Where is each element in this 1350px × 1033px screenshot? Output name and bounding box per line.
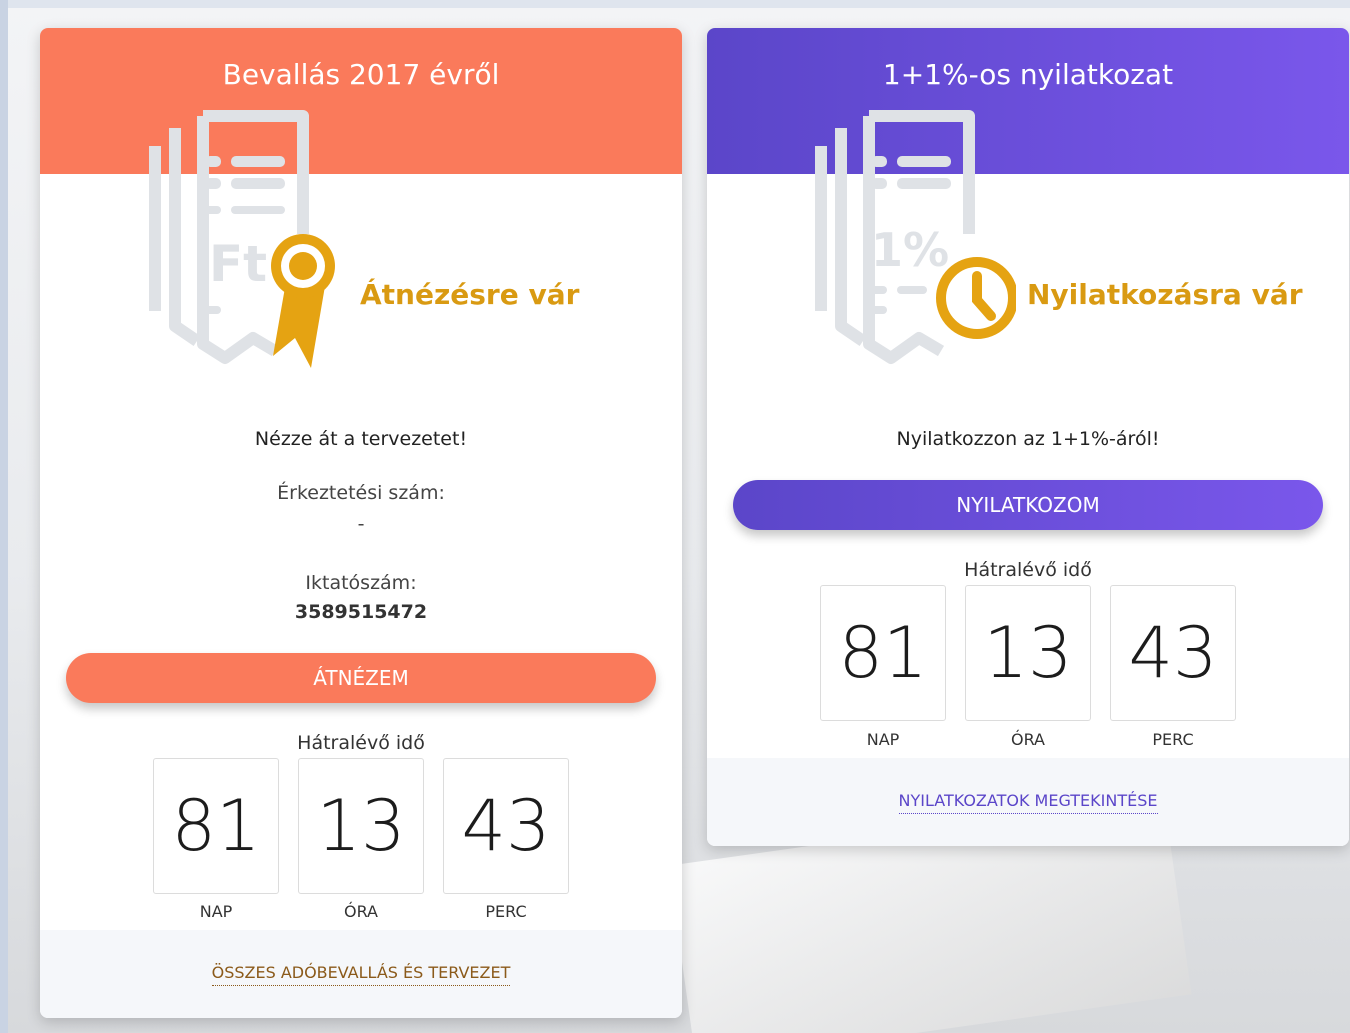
days-unit: NAP: [199, 902, 233, 921]
tax-return-footer: ÖSSZES ADÓBEVALLÁS ÉS TERVEZET: [40, 930, 682, 1018]
percent-document-clock-icon: 1%: [815, 110, 1016, 364]
declare-message: Nyilatkozzon az 1+1%-áról!: [896, 428, 1160, 450]
minutes-box: 43: [1110, 585, 1236, 721]
hours-value: 13: [316, 785, 406, 867]
hours-box: 13: [965, 585, 1091, 721]
declaration-footer: NYILATKOZATOK MEGTEKINTÉSE: [707, 758, 1349, 846]
svg-text:Ft: Ft: [209, 235, 267, 293]
tax-return-title: Bevallás 2017 évről: [222, 58, 500, 91]
hours-unit: ÓRA: [343, 902, 378, 921]
hours-unit: ÓRA: [1010, 730, 1045, 749]
filing-number-label: Iktatószám:: [305, 572, 417, 594]
days-unit: NAP: [866, 730, 900, 749]
tax-return-status: Átnézésre vár: [360, 278, 580, 311]
declaration-card: 1+1%-os nyilatkozat 1% Nyilatkozásra vár…: [707, 28, 1349, 846]
remaining-time-label: Hátralévő idő: [297, 732, 425, 754]
all-tax-returns-link[interactable]: ÖSSZES ADÓBEVALLÁS ÉS TERVEZET: [211, 963, 511, 986]
page-top-edge: [0, 0, 1350, 8]
minutes-value: 43: [1128, 612, 1218, 694]
countdown-units: NAP ÓRA PERC: [153, 902, 569, 921]
countdown-boxes: 81 13 43: [153, 758, 569, 894]
days-value: 81: [838, 612, 928, 694]
hours-value: 13: [983, 612, 1073, 694]
days-box: 81: [820, 585, 946, 721]
countdown-boxes: 81 13 43: [820, 585, 1236, 721]
view-declarations-link[interactable]: NYILATKOZATOK MEGTEKINTÉSE: [898, 791, 1158, 814]
page-left-edge: [0, 0, 8, 1033]
days-value: 81: [171, 785, 261, 867]
declaration-status: Nyilatkozásra vár: [1027, 278, 1303, 311]
remaining-time-label: Hátralévő idő: [964, 559, 1092, 581]
minutes-unit: PERC: [485, 902, 527, 921]
review-message: Nézze át a tervezetet!: [254, 428, 468, 450]
registration-number-value: -: [357, 513, 365, 535]
tax-document-ribbon-icon: Ft: [149, 110, 335, 368]
countdown-units: NAP ÓRA PERC: [820, 730, 1236, 749]
review-button[interactable]: ÁTNÉZEM: [66, 653, 656, 703]
minutes-box: 43: [443, 758, 569, 894]
declare-button[interactable]: NYILATKOZOM: [733, 480, 1323, 530]
registration-number-label: Érkeztetési szám:: [277, 482, 445, 504]
declaration-title: 1+1%-os nyilatkozat: [882, 58, 1174, 91]
minutes-unit: PERC: [1152, 730, 1194, 749]
tax-return-card: Bevallás 2017 évről Ft Átnézésre vár Néz…: [40, 28, 682, 1018]
filing-number-value: 3589515472: [294, 601, 428, 623]
minutes-value: 43: [461, 785, 551, 867]
days-box: 81: [153, 758, 279, 894]
hours-box: 13: [298, 758, 424, 894]
svg-text:1%: 1%: [871, 223, 949, 277]
